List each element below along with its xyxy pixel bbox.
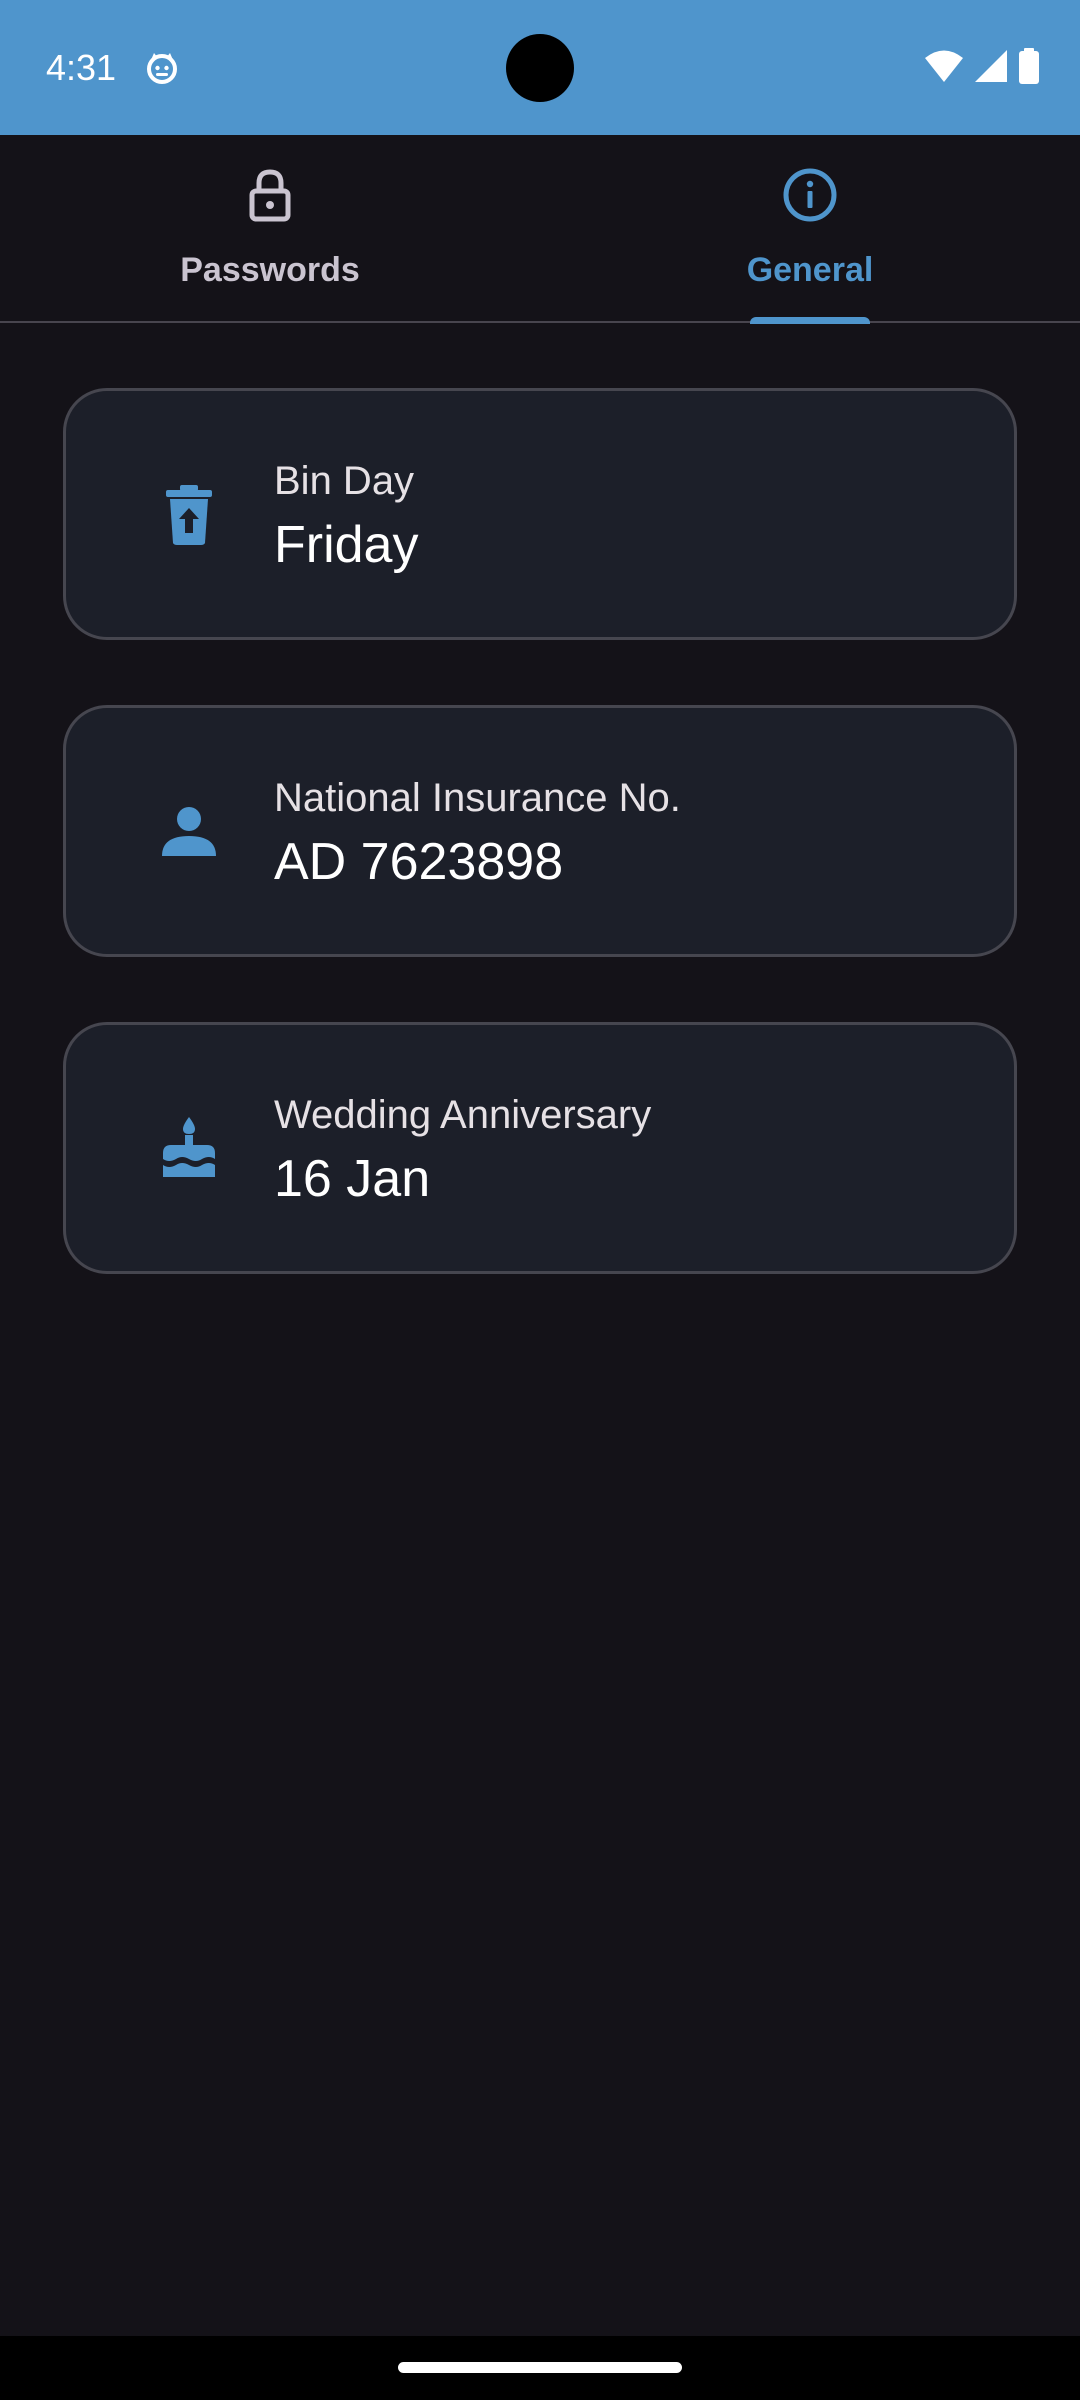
navigation-bar	[0, 2336, 1080, 2400]
card-wedding-anniversary[interactable]: Wedding Anniversary 16 Jan	[63, 1022, 1017, 1274]
status-icons	[924, 48, 1040, 89]
cellular-signal-icon	[974, 49, 1008, 88]
status-time: 4:31	[46, 47, 117, 88]
cat-face-icon	[144, 50, 180, 86]
tab-passwords-label: Passwords	[180, 251, 360, 289]
battery-icon	[1018, 48, 1040, 89]
home-gesture-handle[interactable]	[398, 2362, 682, 2373]
card-bin-day[interactable]: Bin Day Friday	[63, 388, 1017, 640]
trash-bin-icon	[156, 481, 222, 547]
card-label: Bin Day	[274, 459, 415, 503]
card-value: 16 Jan	[274, 1150, 431, 1208]
status-bar: 4:31	[0, 0, 1080, 135]
selected-tab-indicator	[750, 317, 870, 324]
camera-cutout	[506, 34, 574, 102]
tab-general-label: General	[746, 251, 874, 289]
card-value: Friday	[274, 516, 419, 574]
card-national-insurance[interactable]: National Insurance No. AD 7623898	[63, 705, 1017, 957]
card-label: Wedding Anniversary	[274, 1093, 652, 1137]
lock-icon	[240, 165, 300, 225]
person-icon	[156, 798, 222, 864]
info-icon	[780, 165, 840, 225]
cake-icon	[156, 1115, 222, 1181]
tab-general[interactable]: General	[540, 135, 1080, 321]
card-value: AD 7623898	[274, 833, 564, 891]
wifi-icon	[924, 49, 964, 88]
card-label: National Insurance No.	[274, 776, 681, 820]
tab-bar: Passwords General	[0, 135, 1080, 324]
tab-passwords[interactable]: Passwords	[0, 135, 540, 321]
